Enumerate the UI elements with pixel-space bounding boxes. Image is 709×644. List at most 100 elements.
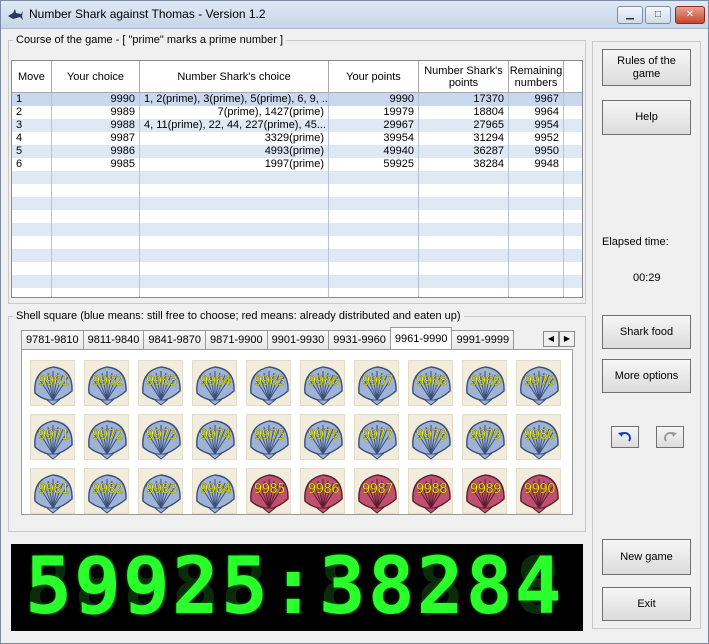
undo-button[interactable] — [611, 426, 639, 448]
shell-free[interactable]: 9979 — [462, 414, 507, 460]
cell-shark-choice — [140, 171, 329, 184]
help-button[interactable]: Help — [602, 100, 691, 135]
shell-number: 9976 — [307, 428, 340, 443]
shell-free[interactable]: 9977 — [354, 414, 399, 460]
cell-your-choice — [52, 210, 140, 223]
shell-free[interactable]: 9961 — [30, 360, 75, 406]
table-row-empty[interactable] — [12, 184, 582, 197]
shell-free[interactable]: 9964 — [192, 360, 237, 406]
shell-tab[interactable]: 9931-9960 — [328, 330, 391, 350]
cell-move: 2 — [12, 106, 52, 119]
cell-shark-points — [419, 210, 509, 223]
tab-right-arrow-icon[interactable]: ▶ — [559, 331, 575, 347]
header-your-choice[interactable]: Your choice — [52, 61, 140, 93]
table-row[interactable]: 5 9986 4993(prime) 49940 36287 9950 — [12, 145, 582, 158]
table-row-empty[interactable] — [12, 197, 582, 210]
maximize-button[interactable]: □ — [645, 6, 671, 24]
cell-your-choice — [52, 171, 140, 184]
cell-your-choice: 9989 — [52, 106, 140, 119]
cell-shark-points — [419, 236, 509, 249]
cell-your-choice — [52, 197, 140, 210]
shell-free[interactable]: 9975 — [246, 414, 291, 460]
table-row[interactable]: 4 9987 3329(prime) 39954 31294 9952 — [12, 132, 582, 145]
new-game-button[interactable]: New game — [602, 539, 691, 575]
shell-free[interactable]: 9966 — [300, 360, 345, 406]
table-row-empty[interactable] — [12, 262, 582, 275]
shell-number: 9983 — [145, 482, 178, 497]
shell-free[interactable]: 9978 — [408, 414, 453, 460]
cell-your-choice: 9988 — [52, 119, 140, 132]
table-row-empty[interactable] — [12, 223, 582, 236]
cell-shark-points: 31294 — [419, 132, 509, 145]
shell-tab[interactable]: 9841-9870 — [143, 330, 207, 350]
table-row-empty[interactable] — [12, 171, 582, 184]
cell-your-choice — [52, 184, 140, 197]
shell-tab[interactable]: 9781-9810 — [21, 330, 84, 350]
header-move[interactable]: Move — [12, 61, 52, 93]
more-options-button[interactable]: More options — [602, 359, 691, 393]
moves-table[interactable]: Move Your choice Number Shark's choice Y… — [11, 60, 583, 298]
table-row-empty[interactable] — [12, 236, 582, 249]
shell-free[interactable]: 9968 — [408, 360, 453, 406]
shell-tab[interactable]: 9871-9900 — [205, 330, 268, 350]
table-row-empty[interactable] — [12, 210, 582, 223]
redo-button[interactable] — [656, 426, 684, 448]
cell-remaining: 9952 — [509, 132, 564, 145]
tab-left-arrow-icon[interactable]: ◀ — [543, 331, 559, 347]
shell-number: 9973 — [145, 428, 178, 443]
cell-shark-choice: 3329(prime) — [140, 132, 329, 145]
shell-free[interactable]: 9976 — [300, 414, 345, 460]
shell-free[interactable]: 9970 — [516, 360, 561, 406]
shell-number: 9981 — [37, 482, 70, 497]
cell-your-points: 49940 — [329, 145, 419, 158]
shell-free[interactable]: 9965 — [246, 360, 291, 406]
shell-tab[interactable]: 9961-9990 — [389, 327, 453, 349]
cell-shark-choice: 1997(prime) — [140, 158, 329, 171]
cell-your-points: 59925 — [329, 158, 419, 171]
minimize-button[interactable]: ▁ — [617, 6, 643, 24]
shell-free[interactable]: 9982 — [84, 468, 129, 514]
cell-shark-choice — [140, 262, 329, 275]
exit-button[interactable]: Exit — [602, 587, 691, 621]
shell-free[interactable]: 9967 — [354, 360, 399, 406]
header-your-points[interactable]: Your points — [329, 61, 419, 93]
shell-free[interactable]: 9980 — [516, 414, 561, 460]
shell-free[interactable]: 9971 — [30, 414, 75, 460]
cell-shark-choice: 7(prime), 1427(prime) — [140, 106, 329, 119]
shell-free[interactable]: 9981 — [30, 468, 75, 514]
shell-tab[interactable]: 9901-9930 — [266, 330, 330, 350]
shell-tab[interactable]: 9811-9840 — [82, 330, 145, 350]
cell-move — [12, 262, 52, 275]
close-button[interactable]: ✕ — [675, 6, 705, 24]
title-bar[interactable]: Number Shark against Thomas - Version 1.… — [1, 1, 708, 29]
header-shark-points[interactable]: Number Shark's points — [419, 61, 509, 93]
cell-your-points — [329, 288, 419, 297]
shell-number: 9987 — [361, 482, 394, 497]
shell-free[interactable]: 9972 — [84, 414, 129, 460]
header-shark-choice[interactable]: Number Shark's choice — [140, 61, 329, 93]
cell-move: 6 — [12, 158, 52, 171]
cell-shark-choice — [140, 223, 329, 236]
shell-free[interactable]: 9962 — [84, 360, 129, 406]
table-row-empty[interactable] — [12, 288, 582, 297]
cell-remaining: 9950 — [509, 145, 564, 158]
shell-free[interactable]: 9963 — [138, 360, 183, 406]
header-remaining[interactable]: Remaining numbers — [509, 61, 564, 93]
shell-free[interactable]: 9974 — [192, 414, 237, 460]
table-row[interactable]: 2 9989 7(prime), 1427(prime) 19979 18804 9964 — [12, 106, 582, 119]
shark-food-button[interactable]: Shark food — [602, 315, 691, 349]
rules-button[interactable]: Rules of the game — [602, 49, 691, 86]
shell-free[interactable]: 9984 — [192, 468, 237, 514]
table-row-empty[interactable] — [12, 249, 582, 262]
cell-your-points: 29967 — [329, 119, 419, 132]
table-row-empty[interactable] — [12, 275, 582, 288]
shell-free[interactable]: 9983 — [138, 468, 183, 514]
cell-move — [12, 249, 52, 262]
table-row[interactable]: 6 9985 1997(prime) 59925 38284 9948 — [12, 158, 582, 171]
shell-free[interactable]: 9969 — [462, 360, 507, 406]
shell-number: 9975 — [253, 428, 286, 443]
shell-tab[interactable]: 9991-9999 — [451, 330, 515, 350]
table-row[interactable]: 1 9990 1, 2(prime), 3(prime), 5(prime), 6,… — [12, 93, 582, 106]
shell-free[interactable]: 9973 — [138, 414, 183, 460]
table-row[interactable]: 3 9988 4, 11(prime), 22, 44, 227(prime), 4… — [12, 119, 582, 132]
